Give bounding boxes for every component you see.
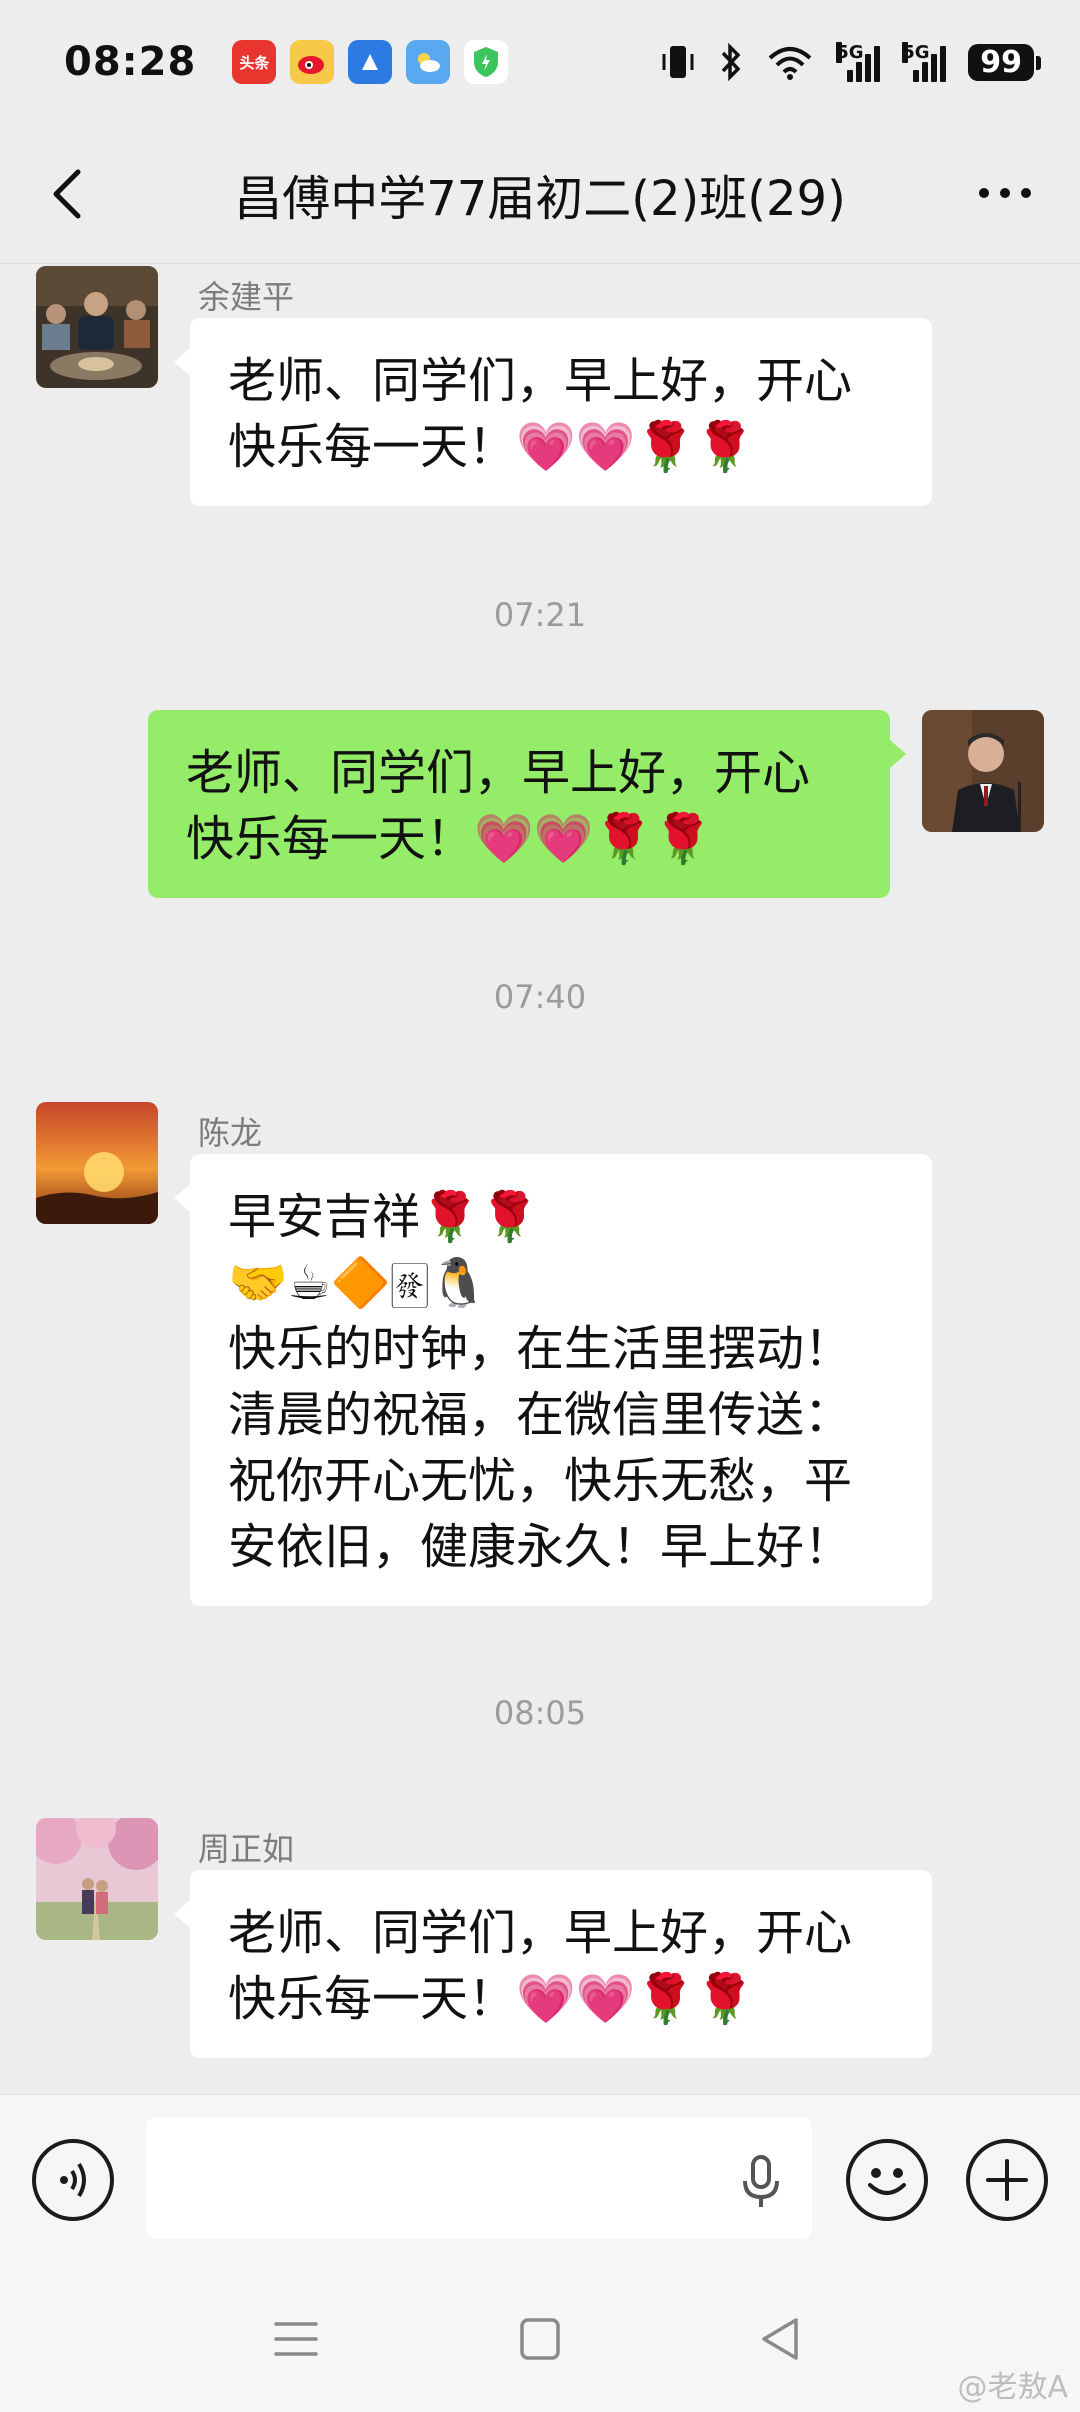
more-actions-button[interactable] <box>966 2139 1048 2221</box>
system-back-button[interactable] <box>752 2314 808 2364</box>
smiley-icon <box>868 2168 906 2195</box>
timestamp: 08:05 <box>493 1694 587 1732</box>
microphone-icon[interactable] <box>736 2153 786 2209</box>
square-icon <box>520 2318 560 2360</box>
status-indicators: 5G 5G 99 <box>660 42 1041 82</box>
security-shield-icon <box>464 40 509 84</box>
avatar[interactable] <box>36 1818 158 1940</box>
message-bubble-outgoing[interactable]: 老师、同学们，早上好，开心 快乐每一天！💗💗🌹🌹 <box>148 710 906 898</box>
message-bubble[interactable]: 早安吉祥🌹🌹 🤝☕🔶🀅🐧 快乐的时钟，在生活里摆动！ 清晨的祝福，在微信里传送：… <box>174 1154 932 1606</box>
timestamp: 07:40 <box>493 978 587 1016</box>
more-options-button[interactable] <box>970 168 1040 218</box>
sender-name: 余建平 <box>198 278 295 316</box>
browser-icon <box>348 40 393 84</box>
my-avatar[interactable] <box>922 710 1044 832</box>
plus-icon <box>986 2159 1028 2201</box>
more-dots-icon <box>979 188 1031 198</box>
status-bar: 08:28 头条 5G 5G 99 <box>0 0 1080 124</box>
bluetooth-icon <box>721 42 741 82</box>
weather-icon <box>406 40 451 84</box>
voice-wave-icon <box>60 2162 86 2198</box>
chevron-left-icon <box>53 169 81 219</box>
timestamp: 07:21 <box>493 596 587 634</box>
system-navigation-bar: @老敖A <box>0 2268 1080 2412</box>
triangle-back-icon <box>762 2318 798 2360</box>
watermark: @老敖A <box>957 2370 1068 2405</box>
message-bubble[interactable]: 老师、同学们，早上好，开心 快乐每一天！💗💗🌹🌹 <box>174 318 932 506</box>
back-button[interactable] <box>40 162 100 226</box>
avatar[interactable] <box>36 1102 158 1224</box>
sender-name: 陈龙 <box>198 1114 263 1152</box>
signal-1-icon: 5G <box>836 42 881 82</box>
sender-name: 周正如 <box>198 1830 295 1868</box>
status-time: 08:28 <box>64 39 197 85</box>
voice-mode-button[interactable] <box>32 2139 114 2221</box>
home-button[interactable] <box>512 2314 568 2364</box>
toutiao-icon: 头条 <box>232 40 277 84</box>
input-bar <box>0 2094 1080 2268</box>
chat-title: 昌傅中学77届初二(2)班(29) <box>234 170 846 227</box>
recent-apps-button[interactable] <box>268 2314 324 2364</box>
signal-2-icon: 5G <box>902 42 947 82</box>
emoji-button[interactable] <box>846 2139 928 2221</box>
menu-lines-icon <box>274 2322 318 2356</box>
notification-icons: 头条 <box>232 40 509 84</box>
message-bubble[interactable]: 老师、同学们，早上好，开心 快乐每一天！💗💗🌹🌹 <box>174 1870 932 2058</box>
wifi-icon <box>768 47 812 80</box>
chat-header: 昌傅中学77届初二(2)班(29) <box>0 124 1080 264</box>
vibrate-icon <box>662 46 694 78</box>
message-input[interactable] <box>146 2117 812 2239</box>
avatar[interactable] <box>36 266 158 388</box>
message-list[interactable]: 余建平 老师、同学们，早上好，开心 快乐每一天！💗💗🌹🌹 07:21 老师、同学… <box>0 264 1080 2094</box>
battery-indicator: 99 <box>968 43 1041 81</box>
weibo-icon <box>290 40 335 84</box>
